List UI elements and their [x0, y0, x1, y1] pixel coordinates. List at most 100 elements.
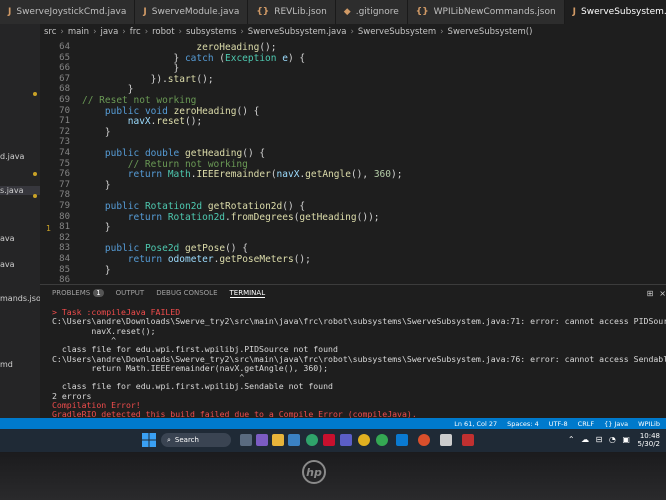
- code-editor[interactable]: zeroHeading(); } catch (Exception e) { }…: [82, 40, 666, 284]
- panel-tab-label: OUTPUT: [115, 289, 145, 297]
- line-number: 68: [59, 84, 70, 95]
- edge-icon[interactable]: [306, 434, 318, 446]
- taskbar-search[interactable]: ⌕ Search: [161, 433, 231, 447]
- laptop-bezel: [0, 452, 666, 500]
- vscode-icon[interactable]: [396, 434, 408, 446]
- panel-tab[interactable]: PROBLEMS 1: [52, 289, 104, 298]
- system-tray[interactable]: ⌃ ☁ ⊟ ◔ ▣: [568, 435, 632, 444]
- chrome-alt-icon[interactable]: [376, 434, 388, 446]
- line-number: 66: [59, 63, 70, 74]
- tab-label: SwerveSubsystem.java: [581, 7, 666, 17]
- breadcrumb-item[interactable]: SwerveSubsystem.java: [248, 27, 347, 37]
- store-icon[interactable]: [288, 434, 300, 446]
- breadcrumb-item[interactable]: src: [44, 27, 56, 37]
- line-number: 70: [59, 105, 70, 116]
- line-number: 80: [59, 211, 70, 222]
- editor-tab-bar: J SwerveJoystickCmd.java J SwerveModule.jav…: [0, 0, 666, 24]
- task-view-icon[interactable]: [240, 434, 252, 446]
- modified-dot-icon: [33, 92, 37, 96]
- explorer-sidebar: d.java s.java ava ava mands.json md 1: [0, 24, 51, 428]
- editor-tab[interactable]: J SwerveModule.java: [135, 0, 249, 24]
- app-icon[interactable]: [418, 434, 430, 446]
- status-item[interactable]: CRLF: [578, 420, 594, 428]
- line-number: 71: [59, 116, 70, 127]
- line-number: 75: [59, 158, 70, 169]
- tab-label: SwerveJoystickCmd.java: [16, 7, 127, 17]
- panel-tab[interactable]: TERMINAL: [229, 289, 266, 298]
- line-number: 64: [59, 42, 70, 52]
- maximize-panel-icon[interactable]: ⊞: [647, 289, 654, 298]
- sidebar-file-item[interactable]: ava: [0, 234, 15, 243]
- code-line[interactable]: }: [82, 222, 111, 233]
- status-item[interactable]: WPILib: [638, 420, 660, 428]
- panel-tab[interactable]: DEBUG CONSOLE: [156, 289, 217, 298]
- breadcrumb-item[interactable]: SwerveSubsystem: [358, 27, 436, 37]
- file-type-icon: {}: [256, 7, 270, 17]
- code-line[interactable]: }: [82, 127, 111, 138]
- windows-start-icon[interactable]: [142, 433, 156, 447]
- chrome-icon[interactable]: [358, 434, 370, 446]
- code-line[interactable]: return odometer.getPoseMeters();: [82, 254, 311, 265]
- code-line[interactable]: }: [82, 180, 111, 191]
- sidebar-file-item[interactable]: md: [0, 360, 13, 369]
- tab-label: REVLib.json: [274, 7, 327, 17]
- code-line[interactable]: return Math.IEEEremainder(navX.getAngle(…: [82, 169, 403, 180]
- code-line[interactable]: public double getHeading() {: [82, 148, 265, 159]
- line-number: 77: [59, 179, 70, 190]
- code-line[interactable]: public Rotation2d getRotation2d() {: [82, 201, 305, 212]
- code-line[interactable]: }: [82, 265, 111, 276]
- terminal-line: class file for edu.wpi.first.wpilibj.Sen…: [52, 381, 333, 392]
- search-icon: ⌕: [167, 435, 171, 444]
- status-item[interactable]: UTF-8: [549, 420, 568, 428]
- chevron-right-icon: ›: [122, 27, 126, 37]
- code-line[interactable]: public void zeroHeading() {: [82, 106, 260, 117]
- code-line[interactable]: return Rotation2d.fromDegrees(getHeading…: [82, 212, 380, 223]
- breadcrumb-item[interactable]: SwerveSubsystem(): [448, 27, 533, 37]
- panel-actions: ⊞ ×: [647, 289, 666, 298]
- editor-tab[interactable]: {} WPILibNewCommands.json: [407, 0, 565, 24]
- editor-tab[interactable]: ◆ .gitignore: [335, 0, 408, 24]
- breadcrumb-item[interactable]: main: [68, 27, 89, 37]
- chevron-right-icon: ›: [440, 27, 444, 37]
- code-line[interactable]: }: [82, 84, 134, 95]
- media-icon[interactable]: [440, 434, 452, 446]
- line-number: 81: [59, 222, 70, 233]
- breadcrumb-item[interactable]: robot: [152, 27, 174, 37]
- code-line[interactable]: // Return not working: [82, 159, 248, 170]
- code-line[interactable]: navX.reset();: [82, 116, 202, 127]
- line-number: 84: [59, 254, 70, 264]
- editor-tab[interactable]: {} REVLib.json: [248, 0, 336, 24]
- status-item[interactable]: {} Java: [604, 420, 628, 428]
- code-line[interactable]: zeroHeading();: [82, 42, 276, 53]
- problems-count-badge: 1: [93, 289, 104, 297]
- sidebar-file-item[interactable]: ava: [0, 260, 15, 269]
- code-line[interactable]: } catch (Exception e) {: [82, 53, 306, 64]
- editor-tab[interactable]: J SwerveJoystickCmd.java: [0, 0, 136, 24]
- app2-icon[interactable]: [462, 434, 474, 446]
- widgets-icon[interactable]: [256, 434, 268, 446]
- status-bar: Ln 61, Col 27 Spaces: 4 UTF-8 CRLF {} Java WP…: [0, 418, 666, 429]
- sidebar-file-item[interactable]: d.java: [0, 152, 24, 161]
- status-item[interactable]: Spaces: 4: [507, 420, 539, 428]
- breadcrumb-item[interactable]: subsystems: [186, 27, 236, 37]
- status-item[interactable]: Ln 61, Col 27: [454, 420, 497, 428]
- breadcrumb-item[interactable]: frc: [130, 27, 141, 37]
- editor-tab[interactable]: JSwerveSubsystem.java×: [564, 0, 666, 24]
- teams-icon[interactable]: [340, 434, 352, 446]
- file-explorer-icon[interactable]: [272, 434, 284, 446]
- tab-label: .gitignore: [355, 7, 399, 17]
- close-panel-icon[interactable]: ×: [659, 289, 666, 298]
- clock[interactable]: 10:48 5/30/2: [637, 432, 660, 448]
- bottom-panel: PROBLEMS 1 OUTPUT DEBUG CONSOLE TERMINAL ⊞ × …: [40, 284, 666, 419]
- breadcrumb-item[interactable]: java: [100, 27, 118, 37]
- code-line[interactable]: }: [82, 63, 180, 74]
- code-line[interactable]: }).start();: [82, 74, 214, 85]
- breadcrumb: src › main › java › frc › robot › subsystems › Swerv…: [44, 24, 532, 40]
- mcafee-icon[interactable]: [323, 434, 335, 446]
- panel-tab[interactable]: OUTPUT: [116, 289, 145, 298]
- code-line[interactable]: // Reset not working: [82, 95, 196, 106]
- code-line[interactable]: public Pose2d getPose() {: [82, 243, 248, 254]
- line-number: 67: [59, 73, 70, 84]
- chevron-right-icon: ›: [178, 27, 182, 37]
- line-number: 83: [59, 243, 70, 254]
